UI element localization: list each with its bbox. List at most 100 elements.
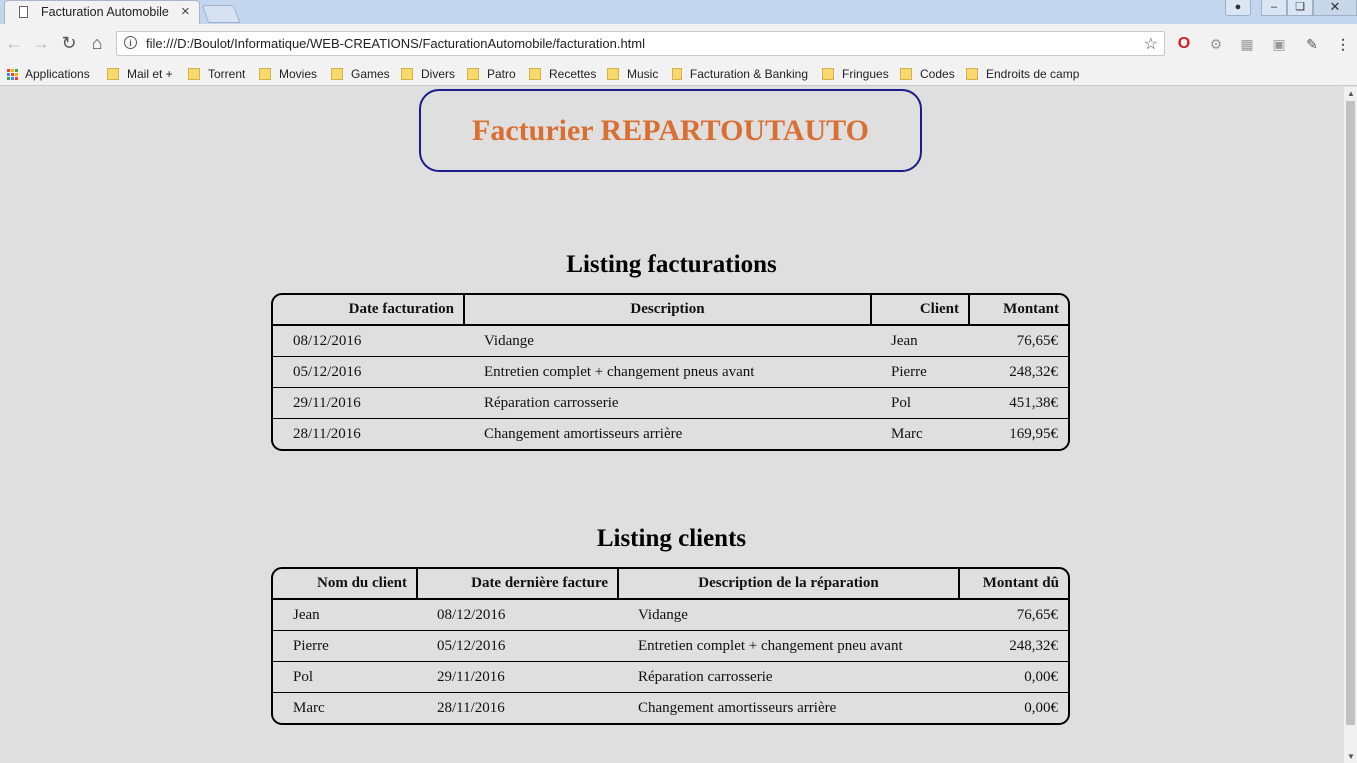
cell-date: 28/11/2016 xyxy=(417,692,618,723)
cell-montant: 248,32€ xyxy=(969,356,1068,388)
bookmark-star-icon[interactable]: ☆ xyxy=(1144,34,1158,54)
page-title: Facturier REPARTOUTAUTO xyxy=(472,113,869,147)
browser-tab[interactable]: Facturation Automobile × xyxy=(4,0,200,24)
table-row: Jean 08/12/2016 Vidange 76,65€ xyxy=(273,599,1068,631)
new-tab-button[interactable] xyxy=(201,5,241,23)
cell-date: 29/11/2016 xyxy=(273,387,464,419)
apps-grid-icon xyxy=(7,68,18,80)
address-bar[interactable]: i file:///D:/Boulot/Informatique/WEB-CRE… xyxy=(116,31,1165,56)
folder-icon xyxy=(401,68,413,80)
cell-description: Entretien complet + changement pneus ava… xyxy=(464,356,871,388)
cell-client: Pol xyxy=(273,661,417,693)
cell-description: Changement amortisseurs arrière xyxy=(618,692,959,723)
scrollbar-thumb[interactable] xyxy=(1346,101,1355,725)
cell-montant-du: 248,32€ xyxy=(959,630,1068,662)
reload-icon[interactable]: ↻ xyxy=(59,34,79,54)
extension-icon[interactable]: ⚙ xyxy=(1207,35,1225,53)
bookmark-folder[interactable]: Endroits de camp xyxy=(966,65,1079,83)
bookmark-applications[interactable]: Applications xyxy=(7,65,90,83)
cell-client: Pierre xyxy=(871,356,969,388)
cell-montant: 451,38€ xyxy=(969,387,1068,419)
factures-heading: Listing facturations xyxy=(566,251,777,278)
cell-montant-du: 0,00€ xyxy=(959,692,1068,723)
cell-description: Vidange xyxy=(484,332,534,349)
back-arrow-icon[interactable]: ← xyxy=(4,34,24,54)
folder-icon xyxy=(529,68,541,80)
eyedropper-icon[interactable]: ✎ xyxy=(1303,35,1321,53)
folder-icon xyxy=(331,68,343,80)
window-controls: ● – ❏ ✕ xyxy=(1225,0,1357,16)
column-header: Description xyxy=(464,295,872,326)
bookmark-folder[interactable]: Patro xyxy=(467,65,516,83)
table-header-row: Nom du client Date dernière facture Desc… xyxy=(273,569,1068,600)
bookmark-folder[interactable]: Torrent xyxy=(188,65,245,83)
opera-icon[interactable]: O xyxy=(1175,35,1193,53)
bookmark-folder[interactable]: Recettes xyxy=(529,65,596,83)
cell-description: Changement amortisseurs arrière xyxy=(464,418,871,449)
bookmark-label: Torrent xyxy=(208,67,246,81)
bookmark-label: Applications xyxy=(25,67,90,81)
folder-icon xyxy=(672,68,682,80)
cell-client: Pol xyxy=(871,387,969,419)
home-icon[interactable]: ⌂ xyxy=(87,34,107,54)
folder-icon xyxy=(467,68,479,80)
cell-client: Pierre xyxy=(273,630,417,662)
bookmark-label: Facturation & Banking xyxy=(689,67,808,81)
cell-client: Jean xyxy=(293,606,320,623)
cell-client: Marc xyxy=(273,692,417,723)
cell-date: 08/12/2016 xyxy=(293,332,362,349)
user-profile-icon[interactable]: ● xyxy=(1225,0,1251,16)
column-header: Client xyxy=(871,295,970,326)
cell-date: 28/11/2016 xyxy=(273,418,464,449)
minimize-button[interactable]: – xyxy=(1261,0,1287,16)
bookmark-label: Endroits de camp xyxy=(986,67,1080,81)
tab-title: Facturation Automobile xyxy=(41,5,169,19)
bookmark-folder[interactable]: Music xyxy=(607,65,658,83)
restore-button[interactable]: ❏ xyxy=(1287,0,1313,16)
bookmark-label: Patro xyxy=(487,67,516,81)
vertical-scrollbar[interactable]: ▲ ▼ xyxy=(1343,87,1357,763)
bookmark-folder[interactable]: Divers xyxy=(401,65,455,83)
column-header: Description de la réparation xyxy=(618,569,960,600)
tab-close-icon[interactable]: × xyxy=(181,3,190,21)
scroll-up-arrow-icon[interactable]: ▲ xyxy=(1347,89,1355,98)
cell-montant-du: 0,00€ xyxy=(959,661,1068,693)
bookmark-folder[interactable]: Mail et + xyxy=(107,65,173,83)
cell-client: Marc xyxy=(871,418,969,449)
folder-icon xyxy=(900,68,912,80)
extension-grid-icon[interactable]: ▦ xyxy=(1238,35,1256,53)
column-header: Montant xyxy=(969,295,1068,326)
window-titlebar: Facturation Automobile × ● – ❏ ✕ xyxy=(0,0,1357,24)
close-window-button[interactable]: ✕ xyxy=(1313,0,1357,16)
cell-date: 29/11/2016 xyxy=(417,661,618,693)
bookmark-label: Divers xyxy=(421,67,456,81)
url-text[interactable]: file:///D:/Boulot/Informatique/WEB-CREAT… xyxy=(146,36,645,51)
bookmark-label: Games xyxy=(351,67,390,81)
page-icon xyxy=(19,6,28,18)
cell-client: Jean xyxy=(891,332,918,349)
cell-description: Entretien complet + changement pneu avan… xyxy=(618,630,959,662)
folder-icon xyxy=(259,68,271,80)
cell-description: Réparation carrosserie xyxy=(464,387,871,419)
bookmark-folder[interactable]: Games xyxy=(331,65,390,83)
column-header: Nom du client xyxy=(273,569,418,600)
cell-montant: 76,65€ xyxy=(1016,332,1058,349)
bookmark-folder[interactable]: Codes xyxy=(900,65,955,83)
bookmark-folder[interactable]: Fringues xyxy=(822,65,889,83)
factures-table: Date facturation Description Client Mont… xyxy=(271,293,1070,451)
bookmark-folder[interactable]: Movies xyxy=(259,65,317,83)
table-row: Pierre 05/12/2016 Entretien complet + ch… xyxy=(273,630,1068,662)
bookmark-label: Codes xyxy=(920,67,955,81)
scroll-down-arrow-icon[interactable]: ▼ xyxy=(1347,752,1355,761)
table-row: 29/11/2016 Réparation carrosserie Pol 45… xyxy=(273,387,1068,419)
forward-arrow-icon[interactable]: → xyxy=(31,34,51,54)
browser-toolbar: ← → ↻ ⌂ i file:///D:/Boulot/Informatique… xyxy=(0,24,1357,62)
bookmark-label: Movies xyxy=(279,67,318,81)
info-icon[interactable]: i xyxy=(124,36,137,49)
extension-bag-icon[interactable]: ▣ xyxy=(1270,35,1288,53)
bookmark-folder[interactable]: Facturation & Banking xyxy=(672,65,808,83)
clients-heading: Listing clients xyxy=(596,525,747,552)
menu-kebab-icon[interactable]: ⋮ xyxy=(1334,35,1352,53)
folder-icon xyxy=(822,68,834,80)
folder-icon xyxy=(607,68,619,80)
